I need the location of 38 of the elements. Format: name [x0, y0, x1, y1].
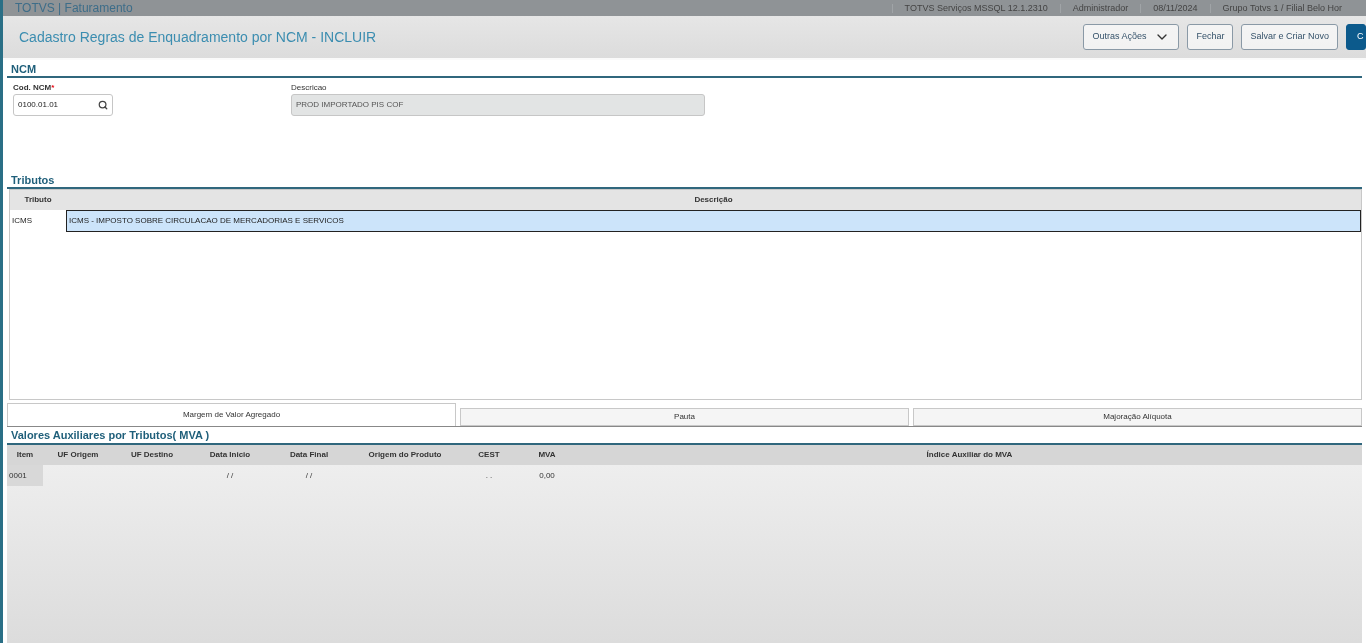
app-title: TOTVS | Faturamento — [15, 2, 133, 14]
action-button[interactable]: Salvar e Criar Novo — [1241, 24, 1338, 50]
column-header: Descrição — [693, 194, 734, 206]
tab[interactable]: Majoração Alíquota — [913, 408, 1362, 426]
column-header: CEST — [477, 449, 501, 461]
column-header: Data Inicio — [208, 449, 252, 461]
table-cell: / / — [226, 469, 234, 482]
field-label: Cod. NCM* — [13, 82, 56, 94]
column-header: MVA — [537, 449, 557, 461]
action-button[interactable]: C — [1346, 24, 1366, 50]
column-header: Índice Auxiliar do MVA — [925, 449, 1014, 461]
session-info: 08/11/2024 — [1140, 3, 1210, 13]
column-header: Data Final — [288, 449, 330, 461]
field-label: Descricao — [291, 82, 328, 94]
table-cell: 0,00 — [539, 469, 555, 482]
table-row[interactable]: ICMS ICMS - IMPOSTO SOBRE CIRCULACAO DE MERCADORIAS E SERVICOS — [10, 210, 1361, 232]
table-cell: / / — [305, 469, 313, 482]
column-header: Tributo — [23, 194, 53, 206]
section-title: NCM — [7, 60, 1362, 78]
search-icon[interactable] — [98, 100, 108, 110]
column-header: UF Destino — [129, 449, 175, 461]
session-info: Administrador — [1059, 3, 1141, 13]
ncm-code-field[interactable]: 0100.01.01 — [13, 94, 113, 116]
table-cell-text: ICMS — [11, 215, 33, 227]
actions-dropdown[interactable]: Outras Ações — [1083, 24, 1180, 50]
column-header: UF Origem — [56, 449, 100, 461]
tab[interactable]: Pauta — [460, 408, 909, 426]
action-button[interactable]: Fechar — [1187, 24, 1234, 50]
table-cell: . . — [485, 469, 493, 482]
table-cell: ICMS - IMPOSTO SOBRE CIRCULACAO DE MERCADORIAS E SERVICOS — [66, 210, 1361, 232]
column-header: Origem do Produto — [367, 449, 443, 461]
description-field[interactable]: PROD IMPORTADO PIS COF — [291, 94, 705, 116]
table-cell: 0001 — [9, 469, 27, 482]
session-info: TOTVS Serviços MSSQL 12.1.2310 — [891, 3, 1060, 13]
column-header: Item — [15, 449, 35, 461]
tab[interactable]: Margem de Valor Agregado — [7, 403, 456, 426]
page-title: Cadastro Regras de Enquadramento por NCM - INCLUIR — [19, 27, 377, 47]
session-info: Grupo Totvs 1 / Filial Belo Hor — [1209, 3, 1354, 13]
